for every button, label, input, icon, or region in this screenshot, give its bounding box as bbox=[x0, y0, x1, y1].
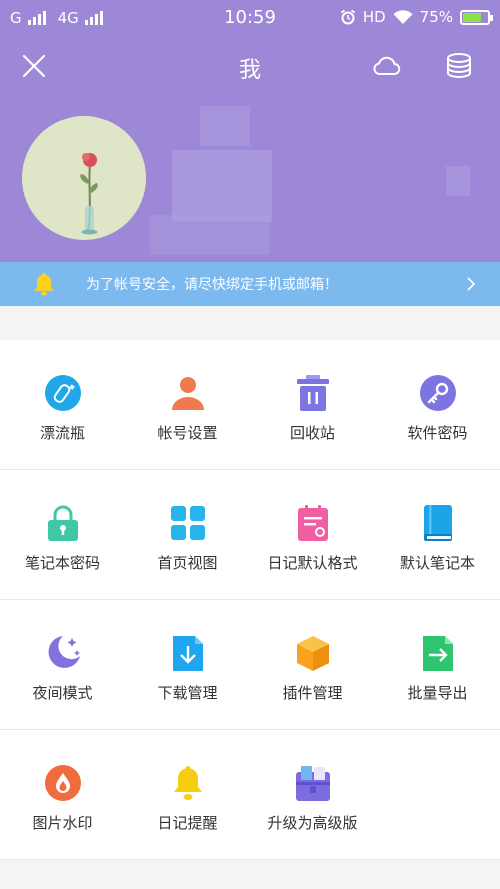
flower-vase-image bbox=[22, 116, 146, 240]
title-bar: 我 bbox=[0, 44, 500, 88]
notebook-icon bbox=[424, 505, 452, 541]
grid-item-label: 日记提醒 bbox=[157, 814, 218, 832]
grid-item-diary-reminder[interactable]: 日记提醒 bbox=[125, 730, 250, 859]
grid-item-batch-export[interactable]: 批量导出 bbox=[375, 600, 500, 729]
avatar[interactable] bbox=[22, 116, 146, 240]
grid-item-label: 笔记本密码 bbox=[24, 554, 100, 572]
grid-item-default-notebook[interactable]: 默认笔记本 bbox=[375, 470, 500, 599]
diary-format-icon bbox=[298, 505, 328, 541]
watermark-icon bbox=[45, 765, 81, 801]
bell-icon bbox=[34, 273, 54, 296]
grid-item-app-password[interactable]: 软件密码 bbox=[375, 340, 500, 469]
grid-item-label: 日记默认格式 bbox=[267, 554, 358, 572]
grid-item-label: 插件管理 bbox=[282, 684, 343, 702]
grid-item-label: 默认笔记本 bbox=[399, 554, 475, 572]
username-blurred-4 bbox=[446, 166, 470, 196]
grid-item-notebook-password[interactable]: 笔记本密码 bbox=[0, 470, 125, 599]
grid-row: 图片水印 日记提醒 升级为高级版 bbox=[0, 730, 500, 860]
grid-item-label: 帐号设置 bbox=[157, 424, 218, 442]
lock-icon bbox=[48, 505, 78, 541]
bottle-icon bbox=[45, 375, 81, 411]
status-bar: G 4G 10:59 HD 75% bbox=[0, 0, 500, 36]
database-icon[interactable] bbox=[443, 50, 475, 82]
profile-header: G 4G 10:59 HD 75% 我 bbox=[0, 0, 500, 262]
grid-item-label: 下载管理 bbox=[157, 684, 218, 702]
cloud-icon[interactable] bbox=[370, 50, 402, 82]
grid-item-account-settings[interactable]: 帐号设置 bbox=[125, 340, 250, 469]
wifi-icon bbox=[393, 9, 413, 24]
settings-grid: 漂流瓶 帐号设置 回收站 软件密码 笔记本密码 首页视图 日记默认格式 默认笔记… bbox=[0, 340, 500, 860]
grid-item-label: 升级为高级版 bbox=[267, 814, 358, 832]
plugin-box-icon bbox=[297, 636, 329, 671]
grid-item-label: 首页视图 bbox=[157, 554, 218, 572]
alarm-icon bbox=[340, 9, 355, 25]
bind-account-notice[interactable]: 为了帐号安全，请尽快绑定手机或邮箱！ bbox=[0, 262, 500, 306]
grid-row: 笔记本密码 首页视图 日记默认格式 默认笔记本 bbox=[0, 470, 500, 600]
grid-item-image-watermark[interactable]: 图片水印 bbox=[0, 730, 125, 859]
page-title: 我 bbox=[238, 58, 261, 83]
hd-label: HD bbox=[362, 8, 386, 26]
grid-item-label: 回收站 bbox=[289, 424, 335, 442]
grid-item-plugin-manager[interactable]: 插件管理 bbox=[250, 600, 375, 729]
trash-icon bbox=[297, 375, 329, 411]
key-icon bbox=[420, 375, 456, 411]
grid-item-download-manager[interactable]: 下载管理 bbox=[125, 600, 250, 729]
grid-item-label: 批量导出 bbox=[407, 684, 468, 702]
grid-item-recycle-bin[interactable]: 回收站 bbox=[250, 340, 375, 469]
grid-view-icon bbox=[171, 506, 205, 540]
grid-item-label: 漂流瓶 bbox=[39, 424, 85, 442]
premium-icon bbox=[296, 766, 330, 801]
grid-item-diary-format[interactable]: 日记默认格式 bbox=[250, 470, 375, 599]
username-blurred-3 bbox=[150, 215, 270, 255]
chevron-right-icon bbox=[467, 277, 476, 291]
username-blurred bbox=[172, 150, 272, 222]
grid-row: 夜间模式 下载管理 插件管理 批量导出 bbox=[0, 600, 500, 730]
grid-empty-cell bbox=[375, 730, 500, 859]
grid-item-drift-bottle[interactable]: 漂流瓶 bbox=[0, 340, 125, 469]
battery-icon bbox=[460, 9, 493, 25]
grid-item-label: 图片水印 bbox=[32, 814, 93, 832]
user-icon bbox=[172, 377, 204, 410]
export-icon bbox=[423, 636, 453, 671]
grid-row: 漂流瓶 帐号设置 回收站 软件密码 bbox=[0, 340, 500, 470]
username-blurred-2 bbox=[200, 106, 250, 146]
download-icon bbox=[173, 636, 203, 671]
battery-percent: 75% bbox=[419, 8, 453, 26]
bell-icon bbox=[174, 766, 202, 800]
grid-item-night-mode[interactable]: 夜间模式 bbox=[0, 600, 125, 729]
grid-item-label: 软件密码 bbox=[407, 424, 468, 442]
notice-text: 为了帐号安全，请尽快绑定手机或邮箱！ bbox=[86, 277, 338, 293]
grid-item-home-view[interactable]: 首页视图 bbox=[125, 470, 250, 599]
grid-item-upgrade-premium[interactable]: 升级为高级版 bbox=[250, 730, 375, 859]
grid-item-label: 夜间模式 bbox=[32, 684, 93, 702]
moon-icon bbox=[48, 636, 80, 668]
